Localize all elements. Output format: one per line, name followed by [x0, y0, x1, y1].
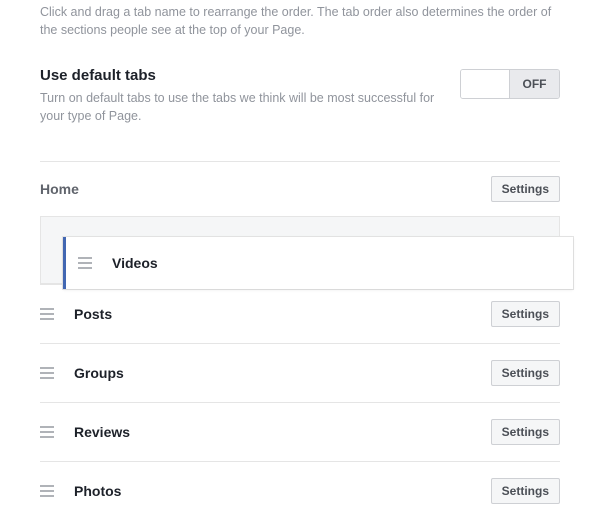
dragged-tab-label: Videos — [112, 255, 158, 271]
toggle-off-label: OFF — [509, 70, 559, 98]
tab-settings-button[interactable]: Settings — [491, 301, 560, 327]
drag-handle-icon[interactable] — [40, 308, 54, 320]
tab-label: Groups — [74, 365, 124, 381]
drag-handle-icon[interactable] — [78, 257, 92, 269]
tabs-list: Posts Settings Groups Settings Reviews S… — [40, 284, 560, 505]
tab-row[interactable]: Reviews Settings — [40, 402, 560, 461]
intro-text: Click and drag a tab name to rearrange t… — [40, 4, 560, 39]
default-tabs-toggle[interactable]: OFF — [460, 69, 560, 99]
default-tabs-desc: Turn on default tabs to use the tabs we … — [40, 90, 440, 125]
default-tabs-title: Use default tabs — [40, 67, 440, 84]
tab-settings-button[interactable]: Settings — [491, 478, 560, 504]
home-settings-button[interactable]: Settings — [491, 176, 560, 202]
drop-zone: Videos — [40, 216, 560, 284]
drag-handle-icon[interactable] — [40, 485, 54, 497]
tab-settings-button[interactable]: Settings — [491, 419, 560, 445]
tab-row[interactable]: Photos Settings — [40, 461, 560, 505]
home-label: Home — [40, 181, 79, 197]
home-row: Home Settings — [40, 161, 560, 216]
drag-handle-icon[interactable] — [40, 426, 54, 438]
tab-label: Reviews — [74, 424, 130, 440]
tab-label: Photos — [74, 483, 121, 499]
toggle-on-side — [461, 70, 509, 98]
tab-row[interactable]: Posts Settings — [40, 284, 560, 343]
tab-settings-button[interactable]: Settings — [491, 360, 560, 386]
tab-label: Posts — [74, 306, 112, 322]
dragged-tab-videos[interactable]: Videos — [63, 237, 573, 289]
default-tabs-section: Use default tabs Turn on default tabs to… — [40, 67, 560, 125]
drag-handle-icon[interactable] — [40, 367, 54, 379]
tab-row[interactable]: Groups Settings — [40, 343, 560, 402]
